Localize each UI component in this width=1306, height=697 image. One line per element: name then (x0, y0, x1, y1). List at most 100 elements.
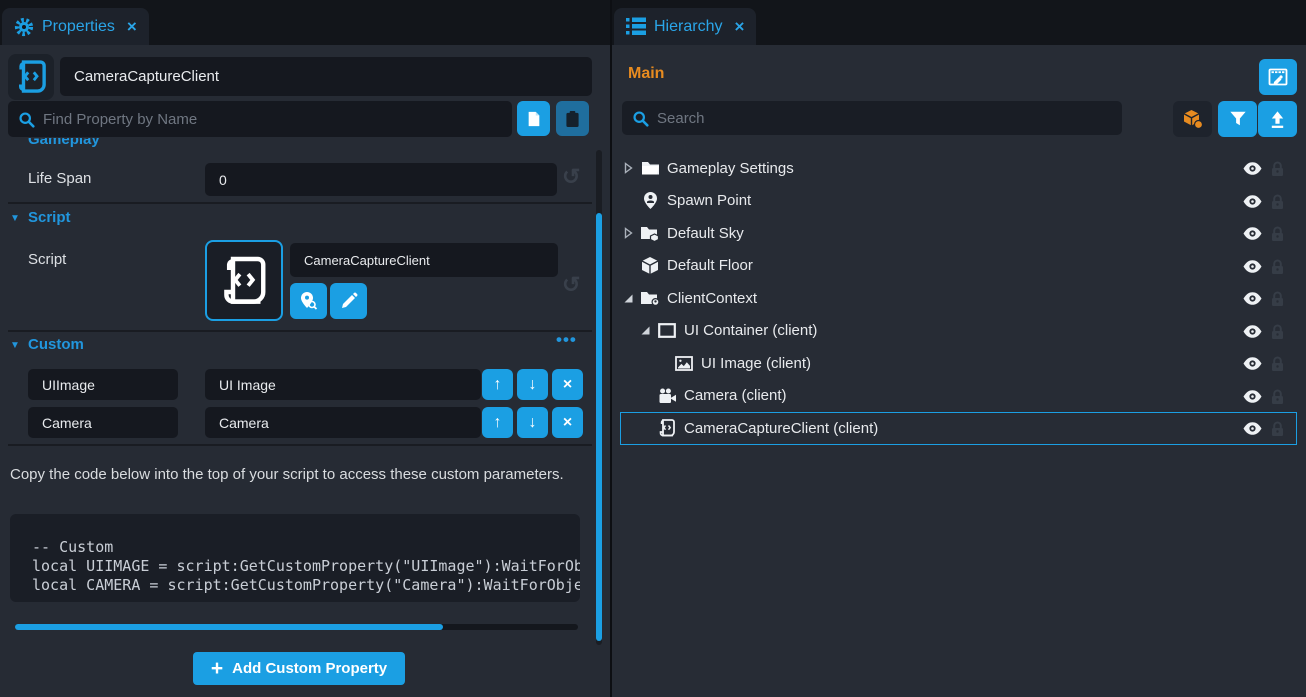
expander-icon[interactable] (623, 162, 640, 174)
section-script-title[interactable]: Script (28, 209, 71, 226)
find-property-search[interactable] (8, 101, 512, 137)
find-property-input[interactable] (43, 111, 502, 128)
move-down-button[interactable]: ↓ (517, 369, 548, 400)
gear-icon (14, 17, 34, 37)
vertical-scrollbar-thumb[interactable] (596, 213, 602, 641)
tab-hierarchy-label: Hierarchy (654, 18, 722, 36)
custom-properties-list: UIImage UI Image ↑ ↓ × Camera Camera ↑ ↓… (0, 369, 610, 445)
object-type-icon (640, 288, 660, 308)
life-span-input[interactable] (205, 163, 557, 196)
hierarchy-search-input[interactable] (657, 110, 1112, 127)
object-type-icon (674, 353, 694, 373)
scene-name-label[interactable]: Main (628, 65, 664, 83)
copy-properties-button[interactable] (517, 101, 550, 136)
object-type-icon (657, 321, 677, 341)
lock-icon[interactable] (1271, 389, 1284, 405)
horizontal-scrollbar-thumb[interactable] (15, 624, 443, 630)
lock-icon[interactable] (1271, 356, 1284, 372)
hierarchy-row[interactable]: Default Sky (620, 217, 1297, 250)
remove-property-button[interactable]: × (552, 369, 583, 400)
script-scroll-icon (16, 60, 46, 94)
visibility-eye-icon[interactable] (1243, 292, 1262, 305)
tab-properties-label: Properties (42, 18, 115, 36)
code-snippet-block[interactable]: -- Custom local UIIMAGE = script:GetCust… (10, 514, 580, 602)
hierarchy-row[interactable]: Camera (client) (620, 380, 1297, 413)
lock-icon[interactable] (1271, 194, 1284, 210)
tab-properties[interactable]: Properties × (2, 8, 149, 45)
hierarchy-row-label: Gameplay Settings (667, 160, 794, 177)
visibility-eye-icon[interactable] (1243, 162, 1262, 175)
hierarchy-row-label: UI Image (client) (701, 355, 811, 372)
hierarchy-search[interactable] (622, 101, 1122, 135)
hierarchy-row[interactable]: Spawn Point (620, 185, 1297, 218)
lock-icon[interactable] (1271, 259, 1284, 275)
reset-icon[interactable]: ↺ (562, 272, 580, 298)
hierarchy-row[interactable]: Default Floor (620, 250, 1297, 283)
expander-icon[interactable] (623, 293, 640, 304)
lock-icon[interactable] (1271, 324, 1284, 340)
more-options-icon[interactable]: ••• (556, 330, 577, 350)
lock-icon[interactable] (1271, 226, 1284, 242)
collapse-all-button[interactable] (1258, 101, 1297, 137)
script-name-field[interactable]: CameraCaptureClient (290, 243, 558, 277)
visibility-eye-icon[interactable] (1243, 357, 1262, 370)
custom-property-value[interactable]: Camera (205, 407, 481, 438)
visibility-eye-icon[interactable] (1243, 195, 1262, 208)
chevron-down-icon[interactable]: ▼ (10, 213, 20, 224)
object-type-icon (640, 223, 660, 243)
lock-icon[interactable] (1271, 161, 1284, 177)
show-templates-button[interactable] (1173, 101, 1212, 137)
object-name-input[interactable] (60, 57, 592, 96)
horizontal-scrollbar[interactable] (15, 624, 578, 630)
orange-cube-icon (1182, 109, 1204, 130)
script-asset-thumbnail[interactable] (205, 240, 283, 321)
object-type-icon (640, 256, 660, 276)
life-span-label: Life Span (28, 170, 91, 187)
code-snippet-text: -- Custom local UIIMAGE = script:GetCust… (10, 514, 580, 595)
hierarchy-row[interactable]: Gameplay Settings (620, 152, 1297, 185)
hierarchy-row-label: ClientContext (667, 290, 757, 307)
add-custom-property-label: Add Custom Property (232, 660, 387, 677)
publish-game-button[interactable] (1259, 59, 1297, 95)
visibility-eye-icon[interactable] (1243, 227, 1262, 240)
expander-icon[interactable] (623, 227, 640, 239)
section-custom-title[interactable]: Custom (28, 336, 84, 353)
custom-property-name[interactable]: Camera (28, 407, 178, 438)
object-type-icon (657, 418, 677, 438)
script-label: Script (28, 251, 66, 268)
expander-icon[interactable] (640, 325, 657, 336)
hierarchy-row[interactable]: UI Container (client) (620, 315, 1297, 348)
custom-property-name[interactable]: UIImage (28, 369, 178, 400)
close-icon[interactable]: × (127, 17, 137, 37)
filter-button[interactable] (1218, 101, 1257, 137)
visibility-eye-icon[interactable] (1243, 260, 1262, 273)
hierarchy-panel: Hierarchy × Main (612, 0, 1306, 697)
divider (8, 330, 592, 332)
hierarchy-tree: Gameplay Settings Spawn Point Default Sk… (612, 152, 1306, 445)
move-up-button[interactable]: ↑ (482, 369, 513, 400)
hierarchy-row-label: Camera (client) (684, 387, 787, 404)
locate-pin-icon (299, 291, 318, 311)
remove-property-button[interactable]: × (552, 407, 583, 438)
hierarchy-row[interactable]: UI Image (client) (620, 347, 1297, 380)
add-custom-property-button[interactable]: + Add Custom Property (193, 652, 405, 685)
edit-script-button[interactable] (330, 283, 367, 319)
visibility-eye-icon[interactable] (1243, 422, 1262, 435)
hierarchy-row-label: Default Floor (667, 257, 753, 274)
custom-property-value[interactable]: UI Image (205, 369, 481, 400)
visibility-eye-icon[interactable] (1243, 325, 1262, 338)
tab-hierarchy[interactable]: Hierarchy × (614, 8, 756, 45)
paste-properties-button[interactable] (556, 101, 589, 136)
visibility-eye-icon[interactable] (1243, 390, 1262, 403)
chevron-down-icon[interactable]: ▼ (10, 340, 20, 351)
lock-icon[interactable] (1271, 291, 1284, 307)
hierarchy-row[interactable]: CameraCaptureClient (client) (620, 412, 1297, 445)
move-down-button[interactable]: ↓ (517, 407, 548, 438)
find-in-scene-button[interactable] (290, 283, 327, 319)
hierarchy-row[interactable]: ClientContext (620, 282, 1297, 315)
close-icon[interactable]: × (734, 17, 744, 37)
object-type-icon (657, 386, 677, 406)
reset-icon[interactable]: ↺ (562, 164, 580, 190)
lock-icon[interactable] (1271, 421, 1284, 437)
move-up-button[interactable]: ↑ (482, 407, 513, 438)
